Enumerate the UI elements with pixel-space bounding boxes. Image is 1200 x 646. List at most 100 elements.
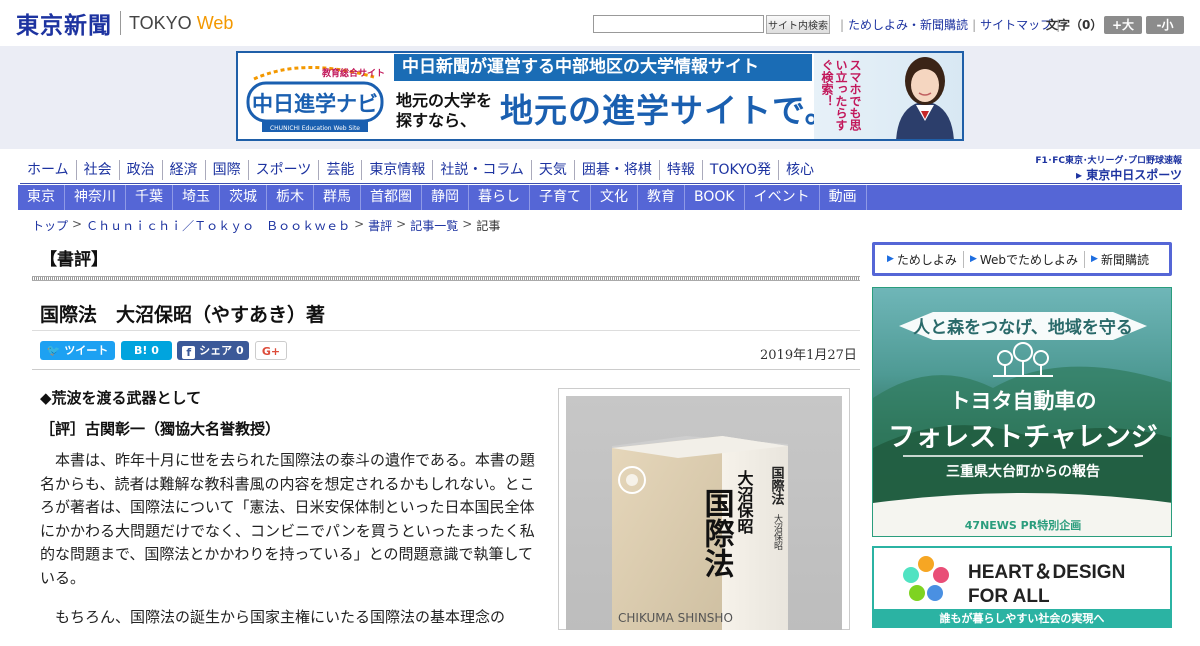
- nav-item-politics[interactable]: 政治: [118, 160, 162, 180]
- nav-item-life[interactable]: 暮らし: [469, 185, 530, 210]
- link-separator: |: [840, 17, 845, 32]
- nav-region-saitama[interactable]: 埼玉: [173, 185, 220, 210]
- nav-item-economy[interactable]: 経済: [161, 160, 205, 180]
- sidebar-link-label: Webでためしよみ: [979, 252, 1079, 267]
- nav-item-tokyo-hatsu[interactable]: TOKYO発: [701, 160, 778, 180]
- ad-banner-shingaku-navi[interactable]: 教育総合サイト 中日進学ナビ CHUNICHI Education Web Si…: [236, 51, 964, 141]
- nav-item-parenting[interactable]: 子育て: [530, 185, 591, 210]
- ad-heart-graphic: HEART＆DESIGN FOR ALL 誰もが暮らしやすい社会の実現へ: [874, 556, 1170, 626]
- ad-heart-design[interactable]: HEART＆DESIGN FOR ALL 誰もが暮らしやすい社会の実現へ: [872, 546, 1172, 628]
- ad-forest-line1: トヨタ自動車の: [950, 389, 1097, 413]
- nav-item-sports[interactable]: スポーツ: [247, 160, 319, 180]
- book-cover-graphic: 大沼保昭 国際法 国際法 大沼保昭 CHIKUMA SHINSHO: [612, 436, 788, 630]
- nav-region-tokyo[interactable]: 東京: [18, 185, 65, 210]
- nav-item-society[interactable]: 社会: [75, 160, 119, 180]
- google-plus-button[interactable]: G+: [255, 341, 287, 360]
- header-link-subscribe[interactable]: ためしよみ・新聞購読: [848, 16, 968, 33]
- breadcrumb-separator: >: [72, 217, 83, 231]
- flower-logo-icon: [903, 556, 949, 601]
- article-body: 本書は、昨年十月に世を去られた国際法の泰斗の遺作である。本書の題名からも、読者は…: [40, 449, 537, 646]
- banner-small-line-1: 地元の大学を: [396, 91, 493, 110]
- header-link-sitemap[interactable]: サイトマップ: [980, 16, 1052, 33]
- primary-nav: ホーム 社会 政治 経済 国際 スポーツ 芸能 東京情報 社説・コラム 天気 囲…: [20, 160, 821, 180]
- nav-item-kakushin[interactable]: 核心: [777, 160, 821, 180]
- book-spine-author: 大沼保昭: [772, 513, 783, 551]
- site-logo[interactable]: 東京新聞 TOKYO Web: [16, 8, 233, 39]
- nav-region-ibaraki[interactable]: 茨城: [220, 185, 267, 210]
- breadcrumb-separator: >: [354, 217, 365, 231]
- sports-logo-text: 東京中日スポーツ: [1086, 168, 1182, 182]
- breadcrumb-bookweb[interactable]: Ｃｈｕｎｉｃｈｉ／Ｔｏｋｙｏ Ｂｏｏｋｗｅｂ: [86, 217, 350, 234]
- section-label: 【書評】: [40, 250, 108, 270]
- nav-item-culture[interactable]: 文化: [591, 185, 638, 210]
- site-search-button[interactable]: サイト内検索: [766, 15, 830, 34]
- facebook-share-button[interactable]: f シェア 0: [177, 341, 249, 360]
- book-cover-photo[interactable]: 大沼保昭 国際法 国際法 大沼保昭 CHIKUMA SHINSHO: [566, 396, 842, 630]
- font-size-increase-button[interactable]: +大: [1104, 16, 1142, 34]
- sidebar-link-label: 新聞購読: [1100, 252, 1149, 267]
- ad-toyota-forest-challenge[interactable]: 人と森をつなげ、地域を守る トヨタ自動車の フォレストチャレンジ 三重県大台町か…: [872, 287, 1172, 537]
- ad-forest-line3: 三重県大台町からの報告: [946, 463, 1100, 480]
- breadcrumb-separator: >: [462, 217, 473, 231]
- nav-item-special-report[interactable]: 特報: [658, 160, 702, 180]
- nav-region-shizuoka[interactable]: 静岡: [422, 185, 469, 210]
- title-divider: [32, 330, 860, 331]
- subscription-links: ▶ ためしよみ ▶ Webでためしよみ ▶ 新聞購読: [872, 242, 1172, 276]
- article-paragraph: 本書は、昨年十月に世を去られた国際法の泰斗の遺作である。本書の題名からも、読者は…: [40, 451, 535, 587]
- hatena-bookmark-button[interactable]: B! 0: [121, 341, 172, 360]
- site-header: 東京新聞 TOKYO Web サイト内検索 | ためしよみ・新聞購読 | サイト…: [0, 0, 1200, 46]
- nav-region-tochigi[interactable]: 栃木: [267, 185, 314, 210]
- triangle-right-icon: ▶: [887, 254, 894, 264]
- nav-item-education[interactable]: 教育: [638, 185, 685, 210]
- chunichi-sports-logo[interactable]: F1･FC東京･大リーグ･プロ野球速報 ▸ 東京中日スポーツ: [1018, 153, 1182, 182]
- nav-item-tokyo-info[interactable]: 東京情報: [361, 160, 432, 180]
- header-links: | ためしよみ・新聞購読 | サイトマップ |: [836, 16, 1064, 33]
- font-size-decrease-button[interactable]: -小: [1146, 16, 1184, 34]
- ad-forest-line2: フォレストチャレンジ: [888, 422, 1158, 453]
- nav-item-weather[interactable]: 天気: [530, 160, 574, 180]
- nav-item-book[interactable]: BOOK: [685, 185, 745, 210]
- sports-arrow-icon: ▸: [1076, 168, 1083, 182]
- nav-region-shutoken[interactable]: 首都圏: [361, 185, 422, 210]
- breadcrumb-top[interactable]: トップ: [32, 217, 68, 234]
- nav-region-gunma[interactable]: 群馬: [314, 185, 361, 210]
- nav-item-video[interactable]: 動画: [820, 185, 867, 210]
- nav-item-entertainment[interactable]: 芸能: [318, 160, 361, 180]
- link-separator: |: [972, 17, 977, 32]
- font-size-label: 文字（0）: [1046, 18, 1103, 32]
- triangle-right-icon: ▶: [969, 254, 977, 264]
- site-search-input[interactable]: [593, 15, 764, 33]
- nav-region-kanagawa[interactable]: 神奈川: [65, 185, 126, 210]
- banner-girl-photo: [896, 57, 954, 139]
- breadcrumb-article-list[interactable]: 記事一覧: [410, 217, 458, 234]
- tweet-button[interactable]: 🐦 ツイート: [40, 341, 115, 360]
- sidebar-link-label: ためしよみ: [896, 252, 957, 267]
- sidebar-link-subscribe[interactable]: ▶ 新聞購読: [1085, 251, 1155, 268]
- ad-heart-line2: FOR ALL: [968, 586, 1050, 607]
- ad-forest-ribbon: 人と森をつなげ、地域を守る: [913, 317, 1133, 338]
- banner-big-text: 地元の進学サイトで。: [500, 91, 839, 130]
- book-cover-title: 国際法: [699, 488, 735, 578]
- logo-divider: [120, 11, 121, 35]
- sidebar-link-trial[interactable]: ▶ ためしよみ: [881, 250, 964, 268]
- nav-item-international[interactable]: 国際: [204, 160, 248, 180]
- banner-vertical-text: スマホでも思い立ったらすぐ検索！: [820, 59, 862, 131]
- breadcrumb-review[interactable]: 書評: [368, 217, 392, 234]
- date-divider: [32, 369, 860, 370]
- ad-heart-line1: HEART＆DESIGN: [968, 562, 1125, 583]
- nav-item-home[interactable]: ホーム: [20, 160, 76, 180]
- ad-forest-footer: 47NEWS PR特別企画: [965, 518, 1081, 532]
- nav-region-chiba[interactable]: 千葉: [126, 185, 173, 210]
- nav-item-go-shogi[interactable]: 囲碁・将棋: [573, 160, 659, 180]
- sports-logo-sub: F1･FC東京･大リーグ･プロ野球速報: [1035, 156, 1182, 166]
- section-divider: [32, 276, 860, 281]
- breadcrumb-separator: >: [396, 217, 407, 231]
- sidebar-link-web-trial[interactable]: ▶ Webでためしよみ: [964, 250, 1086, 268]
- nav-item-event[interactable]: イベント: [745, 185, 820, 210]
- article-date: 2019年1月27日: [760, 348, 857, 363]
- twitter-bird-icon: 🐦: [46, 344, 61, 357]
- article-subheading: ◆荒波を渡る武器として: [40, 389, 202, 407]
- banner-logo-main: 中日進学ナビ: [252, 92, 378, 116]
- nav-item-editorial[interactable]: 社説・コラム: [432, 160, 531, 180]
- ad-forest-graphic: 人と森をつなげ、地域を守る トヨタ自動車の フォレストチャレンジ 三重県大台町か…: [873, 312, 1171, 536]
